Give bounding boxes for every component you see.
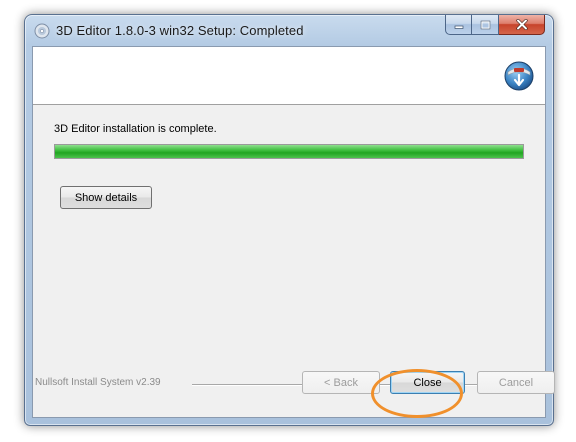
title-bar[interactable]: 3D Editor 1.8.0-3 win32 Setup: Completed — [25, 15, 553, 45]
installer-window: 3D Editor 1.8.0-3 win32 Setup: Completed — [24, 14, 555, 426]
maximize-button[interactable] — [472, 15, 499, 35]
installer-disc-icon — [34, 23, 50, 39]
caption-buttons — [445, 15, 545, 35]
installer-globe-icon — [504, 61, 534, 91]
back-button[interactable]: < Back — [302, 371, 380, 394]
close-button[interactable]: Close — [390, 371, 465, 394]
progress-bar-fill — [55, 145, 523, 158]
window-title: 3D Editor 1.8.0-3 win32 Setup: Completed — [56, 23, 304, 38]
installer-content: 3D Editor installation is complete. Show… — [32, 46, 546, 418]
cancel-button[interactable]: Cancel — [477, 371, 555, 394]
status-text: 3D Editor installation is complete. — [54, 123, 217, 135]
nsis-branding-text: Nullsoft Install System v2.39 — [35, 377, 161, 388]
show-details-button[interactable]: Show details — [60, 186, 152, 209]
maximize-icon — [480, 20, 490, 29]
minimize-icon — [454, 25, 463, 29]
close-icon — [515, 19, 528, 30]
close-window-button[interactable] — [499, 15, 545, 35]
minimize-button[interactable] — [445, 15, 472, 35]
header-banner — [33, 47, 545, 105]
progress-bar — [54, 144, 524, 159]
